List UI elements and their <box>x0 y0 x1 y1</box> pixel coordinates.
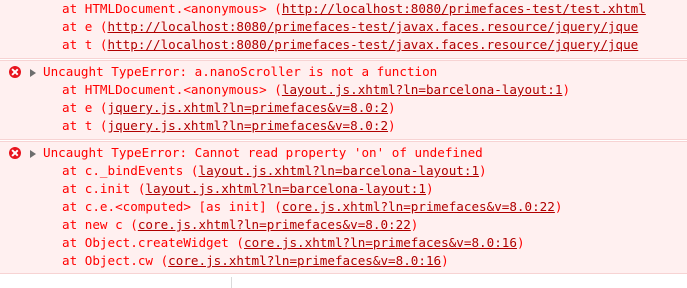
stack-frame-text: at t ( <box>62 118 108 133</box>
stack-frame-suffix: ) <box>441 253 449 268</box>
stack-frame-text: at c._bindEvents ( <box>62 163 199 178</box>
stack-frame-suffix: ) <box>516 235 525 250</box>
error-icon <box>9 66 21 78</box>
stack-frame: at HTMLDocument.<anonymous> (http://loca… <box>62 0 646 18</box>
stack-frame-link[interactable]: jquery.js.xhtml?ln=primefaces&v=8.0:2 <box>108 118 389 133</box>
stack-frame-link[interactable]: core.js.xhtml?ln=primefaces&v=8.0:16 <box>168 253 441 268</box>
stack-frame-link[interactable]: http://localhost:8080/primefaces-test/te… <box>282 1 646 16</box>
devtools-console: at HTMLDocument.<anonymous> (http://loca… <box>0 0 687 288</box>
stack-frame-text: at new c ( <box>62 217 138 232</box>
stack-frame-link[interactable]: core.js.xhtml?ln=primefaces&v=8.0:22 <box>282 199 555 214</box>
expand-caret-icon[interactable] <box>30 69 36 77</box>
stack-frame-link[interactable]: http://localhost:8080/primefaces-test/ja… <box>108 19 639 34</box>
error-message-title[interactable]: Uncaught TypeError: Cannot read property… <box>43 144 483 162</box>
stack-frame-link[interactable]: layout.js.xhtml?ln=barcelona-layout:1 <box>282 82 563 97</box>
error-icon <box>9 147 21 159</box>
stack-frame: at Object.cw (core.js.xhtml?ln=primeface… <box>62 252 449 270</box>
stack-frame-suffix: ) <box>554 199 563 214</box>
stack-frame-suffix: ) <box>388 100 396 115</box>
error-message-title[interactable]: Uncaught TypeError: a.nanoScroller is no… <box>43 63 437 81</box>
stack-frame-link[interactable]: core.js.xhtml?ln=primefaces&v=8.0:22 <box>138 217 411 232</box>
stack-frame-suffix: ) <box>410 217 419 232</box>
stack-frame: at c.init (layout.js.xhtml?ln=barcelona-… <box>62 180 434 198</box>
stack-frame-text: at HTMLDocument.<anonymous> ( <box>62 1 282 16</box>
expand-caret-icon[interactable] <box>30 150 36 158</box>
stack-frame-text: at c.init ( <box>62 181 146 196</box>
stack-frame-text: at t ( <box>62 37 108 52</box>
stack-frame-text: at HTMLDocument.<anonymous> ( <box>62 82 282 97</box>
stack-frame-suffix: ) <box>562 82 571 97</box>
stack-frame-text: at c.e.<computed> [as init] ( <box>62 199 282 214</box>
stack-frame-text: at e ( <box>62 19 108 34</box>
stack-frame-link[interactable]: layout.js.xhtml?ln=barcelona-layout:1 <box>145 181 426 196</box>
stack-frame: at t (jquery.js.xhtml?ln=primefaces&v=8.… <box>62 117 396 135</box>
stack-frame: at c.e.<computed> [as init] (core.js.xht… <box>62 198 562 216</box>
stack-frame-suffix: ) <box>479 163 487 178</box>
divider <box>231 277 232 288</box>
console-message: Uncaught TypeError: Cannot read property… <box>0 141 687 274</box>
stack-frame: at c._bindEvents (layout.js.xhtml?ln=bar… <box>62 162 487 180</box>
stack-frame: at Object.createWidget (core.js.xhtml?ln… <box>62 234 525 252</box>
stack-frame-link[interactable]: http://localhost:8080/primefaces-test/ja… <box>108 37 639 52</box>
stack-frame-link[interactable]: core.js.xhtml?ln=primefaces&v=8.0:16 <box>244 235 517 250</box>
stack-frame-link[interactable]: jquery.js.xhtml?ln=primefaces&v=8.0:2 <box>108 100 389 115</box>
stack-frame-text: at Object.createWidget ( <box>62 235 244 250</box>
stack-frame: at new c (core.js.xhtml?ln=primefaces&v=… <box>62 216 418 234</box>
stack-frame-suffix: ) <box>388 118 396 133</box>
console-prompt[interactable] <box>0 275 687 288</box>
stack-frame-suffix: ) <box>425 181 434 196</box>
stack-frame: at e (jquery.js.xhtml?ln=primefaces&v=8.… <box>62 99 396 117</box>
console-message: Uncaught TypeError: a.nanoScroller is no… <box>0 60 687 140</box>
stack-frame: at e (http://localhost:8080/primefaces-t… <box>62 18 638 36</box>
stack-frame-link[interactable]: layout.js.xhtml?ln=barcelona-layout:1 <box>198 163 479 178</box>
stack-frame-text: at e ( <box>62 100 108 115</box>
stack-frame: at HTMLDocument.<anonymous> (layout.js.x… <box>62 81 570 99</box>
console-message: at HTMLDocument.<anonymous> (http://loca… <box>0 0 687 59</box>
stack-frame: at t (http://localhost:8080/primefaces-t… <box>62 36 638 54</box>
stack-frame-text: at Object.cw ( <box>62 253 169 268</box>
